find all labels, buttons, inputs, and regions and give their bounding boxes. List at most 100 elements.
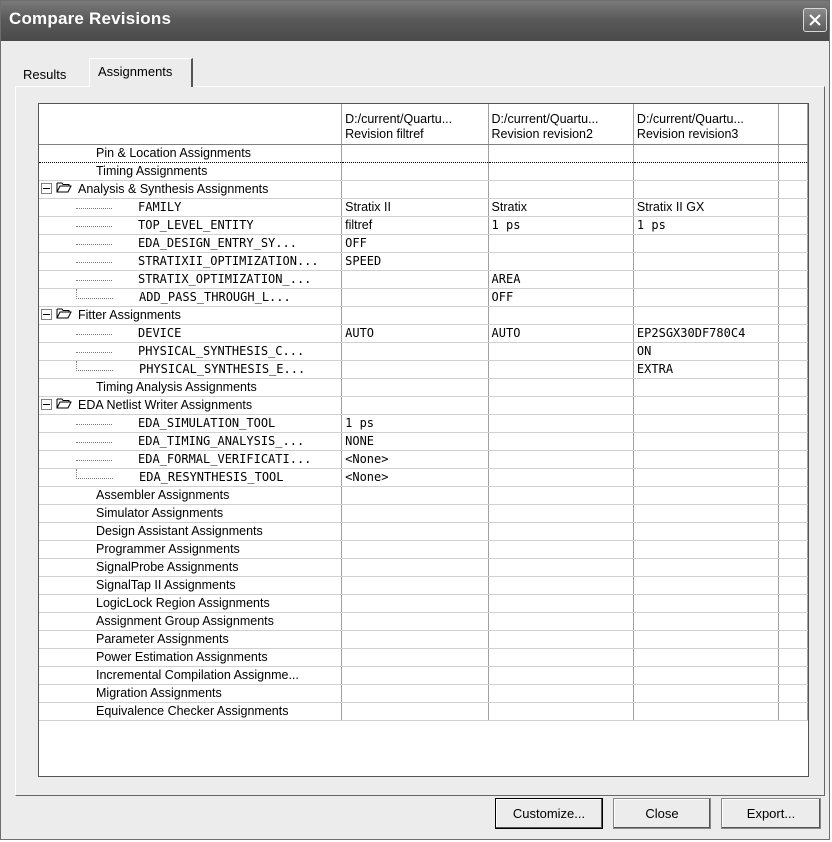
revision-value-cell: Stratix II	[341, 198, 489, 217]
revision-value-cell	[633, 396, 780, 416]
table-row[interactable]: Incremental Compilation Assignme...	[39, 666, 808, 686]
revision-value: EXTRA	[636, 361, 674, 376]
revision-value: OFF	[345, 235, 367, 250]
revision-value-cell	[341, 288, 489, 307]
close-icon[interactable]	[803, 8, 827, 32]
revision-value-cell	[633, 432, 780, 452]
revision-value-cell	[488, 540, 634, 560]
table-row[interactable]: SignalProbe Assignments	[39, 558, 808, 578]
customize-button[interactable]: Customize...	[495, 798, 603, 829]
revision-value-cell: <None>	[341, 468, 489, 488]
revision-value: AUTO	[345, 325, 375, 340]
revision-value-cell	[633, 540, 780, 560]
column-header-revision-3[interactable]: D:/current/Quartu... Revision revision3	[633, 104, 780, 145]
setting-name-cell: FAMILY	[39, 198, 343, 217]
blank-cell	[778, 414, 808, 434]
revision-value-cell: 1 ps	[341, 414, 489, 434]
collapse-icon[interactable]	[41, 398, 52, 410]
table-row[interactable]: TOP_LEVEL_ENTITY filtref 1 ps 1 ps	[39, 216, 808, 235]
revision-value-cell	[633, 378, 780, 397]
revision-value: NONE	[345, 434, 375, 449]
table-row[interactable]: EDA_RESYNTHESIS_TOOL <None>	[39, 468, 808, 488]
setting-label: EDA Netlist Writer Assignments	[78, 397, 253, 412]
table-row[interactable]: Simulator Assignments	[39, 504, 808, 524]
revision-value-cell	[341, 666, 489, 686]
revision-value-cell: 1 ps	[488, 216, 634, 235]
collapse-icon[interactable]	[41, 182, 52, 194]
table-row[interactable]: Power Estimation Assignments	[39, 648, 808, 668]
revision-value-cell	[633, 558, 780, 578]
tab-assignments[interactable]: Assignments	[89, 58, 193, 87]
revision-value-cell	[488, 684, 634, 704]
revision-value-cell	[488, 360, 634, 379]
blank-cell	[778, 540, 808, 560]
column-header-revision-1[interactable]: D:/current/Quartu... Revision filtref	[341, 104, 489, 145]
column-header-setting[interactable]	[39, 104, 343, 145]
close-button[interactable]: Close	[613, 798, 711, 829]
revision-value: ON	[636, 343, 652, 358]
table-row[interactable]: Parameter Assignments	[39, 630, 808, 650]
revision-value-cell	[633, 306, 780, 325]
setting-name-cell: STRATIXII_OPTIMIZATION...	[39, 252, 343, 271]
table-row[interactable]: EDA_SIMULATION_TOOL 1 ps	[39, 414, 808, 434]
revision-value-cell: EP2SGX30DF780C4	[633, 324, 780, 343]
collapse-icon[interactable]	[41, 308, 52, 320]
setting-label: PHYSICAL_SYNTHESIS_E...	[139, 361, 306, 376]
table-row[interactable]: EDA_FORMAL_VERIFICATI... <None>	[39, 450, 808, 470]
tab-results[interactable]: Results	[17, 64, 91, 86]
blank-cell	[778, 612, 808, 632]
setting-name-cell: SignalProbe Assignments	[39, 558, 343, 578]
setting-name-cell: PHYSICAL_SYNTHESIS_E...	[39, 360, 343, 379]
setting-name-cell: Timing Analysis Assignments	[39, 378, 343, 397]
revision-value-cell	[633, 180, 780, 199]
table-row[interactable]: STRATIXII_OPTIMIZATION... SPEED	[39, 252, 808, 271]
export-button[interactable]: Export...	[721, 798, 821, 829]
table-row[interactable]: Pin & Location Assignments	[39, 143, 808, 163]
table-row[interactable]: Timing Analysis Assignments	[39, 378, 808, 397]
revision-value-cell	[633, 666, 780, 686]
blank-cell	[778, 162, 808, 181]
setting-name-cell: EDA_SIMULATION_TOOL	[39, 414, 343, 434]
tree-branch-line	[76, 415, 112, 426]
setting-name-cell: Assembler Assignments	[39, 486, 343, 506]
setting-label: SignalProbe Assignments	[96, 560, 239, 575]
table-row[interactable]: PHYSICAL_SYNTHESIS_C... ON	[39, 342, 808, 361]
table-row[interactable]: SignalTap II Assignments	[39, 576, 808, 596]
table-row[interactable]: EDA_DESIGN_ENTRY_SY... OFF	[39, 234, 808, 253]
setting-label: TOP_LEVEL_ENTITY	[138, 217, 254, 232]
table-row[interactable]: Design Assistant Assignments	[39, 522, 808, 542]
table-row[interactable]: Assignment Group Assignments	[39, 612, 808, 632]
blank-cell	[778, 143, 808, 163]
revision-value-cell	[341, 648, 489, 668]
tree-branch-line	[76, 288, 113, 299]
revision-value-cell	[341, 378, 489, 397]
table-row[interactable]: STRATIX_OPTIMIZATION_... AREA	[39, 270, 808, 289]
table-row[interactable]: Fitter Assignments	[39, 306, 808, 325]
revision-value-cell	[488, 486, 634, 506]
column-header-revision-2[interactable]: D:/current/Quartu... Revision revision2	[488, 104, 634, 145]
table-row[interactable]: Analysis & Synthesis Assignments	[39, 180, 808, 199]
setting-label: Incremental Compilation Assignme...	[96, 668, 299, 683]
table-row[interactable]: Migration Assignments	[39, 684, 808, 704]
assignments-grid[interactable]: D:/current/Quartu... Revision filtref D:…	[38, 103, 809, 777]
revision-value-cell	[633, 648, 780, 668]
open-folder-icon	[56, 181, 72, 197]
setting-label: Programmer Assignments	[96, 542, 240, 557]
table-row[interactable]: Timing Assignments	[39, 162, 808, 181]
table-row[interactable]: EDA_TIMING_ANALYSIS_... NONE	[39, 432, 808, 452]
table-row[interactable]: PHYSICAL_SYNTHESIS_E... EXTRA	[39, 360, 808, 379]
revision-value: OFF	[491, 289, 514, 304]
revision-value-cell: AREA	[488, 270, 634, 289]
table-row[interactable]: LogicLock Region Assignments	[39, 594, 808, 614]
table-row[interactable]: Equivalence Checker Assignments	[39, 702, 808, 722]
table-row[interactable]: Assembler Assignments	[39, 486, 808, 506]
setting-name-cell: DEVICE	[39, 324, 343, 343]
table-row[interactable]: EDA Netlist Writer Assignments	[39, 396, 808, 416]
table-row[interactable]: FAMILY Stratix II Stratix Stratix II GX	[39, 198, 808, 217]
table-row[interactable]: DEVICE AUTO AUTO EP2SGX30DF780C4	[39, 324, 808, 343]
setting-label: STRATIX_OPTIMIZATION_...	[138, 271, 312, 286]
table-row[interactable]: Programmer Assignments	[39, 540, 808, 560]
column-header-revision-3-text: D:/current/Quartu... Revision revision3	[636, 111, 744, 141]
table-row[interactable]: ADD_PASS_THROUGH_L... OFF	[39, 288, 808, 307]
revision-value-cell	[488, 414, 634, 434]
